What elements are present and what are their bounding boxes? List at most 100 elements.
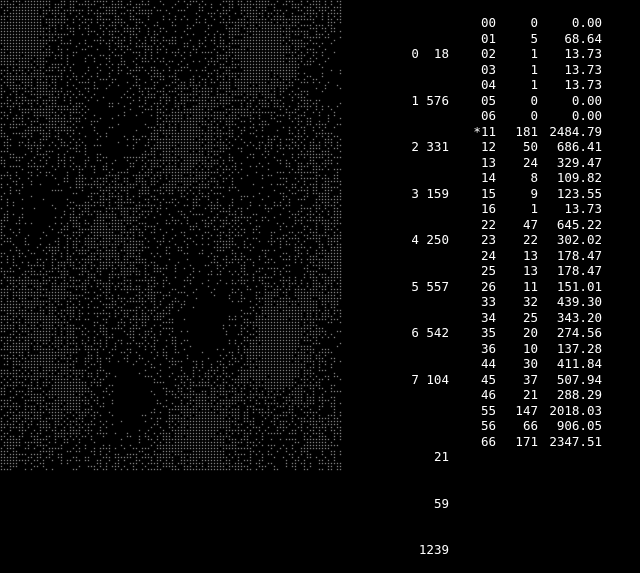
cell-value: 109.82 xyxy=(556,170,602,185)
cell-id: 01 xyxy=(480,30,496,46)
cell-count: 0 xyxy=(530,92,538,108)
cell-id: 15 xyxy=(480,185,496,201)
cell-count-column: 0 5 1 1 1 0 0 181 50 24 8 9 1 47 22 13 13 11 32 25 20 10 30 37 2… xyxy=(500,15,538,449)
cell-id: 46 xyxy=(480,387,496,402)
cell-count: 22 xyxy=(522,232,538,247)
cell-count: 181 xyxy=(515,123,538,139)
cell-count: 0 xyxy=(530,15,538,30)
cell-value: 13.73 xyxy=(564,201,602,216)
cell-value: 507.94 xyxy=(556,371,602,387)
cell-value: 151.01 xyxy=(556,278,602,294)
cell-id: 44 xyxy=(480,356,496,371)
cell-count: 0 xyxy=(530,108,538,123)
cell-count: 8 xyxy=(530,170,538,185)
state-row: 5 557 xyxy=(411,278,449,294)
cell-value: 0.00 xyxy=(571,15,602,30)
cell-value: 68.64 xyxy=(564,30,602,46)
cell-value: 439.30 xyxy=(556,294,602,309)
cell-value: 137.28 xyxy=(556,340,602,356)
cell-id: 02 xyxy=(480,46,496,61)
cell-id: 03 xyxy=(480,61,496,77)
cell-count: 25 xyxy=(522,309,538,325)
cell-id: 35 xyxy=(480,325,496,340)
cell-id: 14 xyxy=(480,170,496,185)
cell-id: 36 xyxy=(480,340,496,356)
cell-value-column: 0.00 68.64 13.73 13.73 13.73 0.00 0.00 2484.79 6… xyxy=(540,15,602,449)
cell-value: 123.55 xyxy=(556,185,602,201)
cell-value: 178.47 xyxy=(556,263,602,278)
cell-count: 32 xyxy=(522,294,538,309)
cell-id-column: 00 01 02 03 04 05 06 *11 12 13 14 15 16 22 23 24 25 26 33 3… xyxy=(462,15,496,449)
state-row: 1 576 xyxy=(411,92,449,108)
cell-count: 11 xyxy=(522,278,538,294)
cell-value: 411.84 xyxy=(556,356,602,371)
cell-id: 04 xyxy=(480,77,496,92)
cell-count: 9 xyxy=(530,185,538,201)
cell-count: 20 xyxy=(522,325,538,340)
cell-count: 1 xyxy=(530,46,538,61)
cell-id: 45 xyxy=(480,371,496,387)
cell-count: 50 xyxy=(522,139,538,154)
cell-id: *11 xyxy=(473,123,496,139)
cell-value: 274.56 xyxy=(556,325,602,340)
cell-count: 1 xyxy=(530,201,538,216)
cell-count: 47 xyxy=(522,216,538,232)
cell-count: 13 xyxy=(522,263,538,278)
cell-value: 13.73 xyxy=(564,61,602,77)
cell-count: 1 xyxy=(530,77,538,92)
total-value: 21 xyxy=(433,449,449,464)
cell-id: 12 xyxy=(480,139,496,154)
cell-count: 24 xyxy=(522,154,538,170)
cell-value: 2347.51 xyxy=(549,433,602,449)
cell-value: 329.47 xyxy=(556,154,602,170)
cell-count: 21 xyxy=(522,387,538,402)
cell-value: 343.20 xyxy=(556,309,602,325)
state-count-column: 0 18 1 576 2 331 3 159 4 250 5 557 6 542… xyxy=(393,15,449,403)
cell-count: 5 xyxy=(530,30,538,46)
cell-id: 25 xyxy=(480,263,496,278)
totals-column: 21 59 1239 xyxy=(400,418,449,573)
cell-id: 33 xyxy=(480,294,496,309)
total-value: 59 xyxy=(433,495,449,511)
cell-id: 06 xyxy=(480,108,496,123)
cell-value: 302.02 xyxy=(556,232,602,247)
cell-id: 55 xyxy=(480,402,496,418)
cell-id: 00 xyxy=(480,15,496,30)
cell-id: 56 xyxy=(480,418,496,433)
state-row: 7 104 xyxy=(411,371,449,387)
cell-count: 37 xyxy=(522,371,538,387)
cell-id: 66 xyxy=(480,433,496,449)
cell-count: 30 xyxy=(522,356,538,371)
cell-value: 178.47 xyxy=(556,247,602,263)
cell-id: 34 xyxy=(480,309,496,325)
total-value: 1239 xyxy=(418,542,449,557)
state-row: 4 250 xyxy=(411,232,449,247)
cell-id: 22 xyxy=(480,216,496,232)
cell-value: 13.73 xyxy=(564,77,602,92)
cell-value: 2018.03 xyxy=(549,402,602,418)
cell-value: 13.73 xyxy=(564,46,602,61)
state-row: 3 159 xyxy=(411,185,449,201)
state-row: 6 542 xyxy=(411,325,449,340)
state-row: 0 18 xyxy=(411,46,449,61)
cell-count: 1 xyxy=(530,61,538,77)
cell-value: 0.00 xyxy=(571,92,602,108)
cell-value: 0.00 xyxy=(571,108,602,123)
cell-value: 686.41 xyxy=(556,139,602,154)
cell-id: 23 xyxy=(480,232,496,247)
cell-count: 147 xyxy=(515,402,538,418)
cell-count: 13 xyxy=(522,247,538,263)
cell-count: 10 xyxy=(522,340,538,356)
cell-count: 66 xyxy=(522,418,538,433)
cell-id: 05 xyxy=(480,92,496,108)
cell-count: 171 xyxy=(515,433,538,449)
cell-id: 13 xyxy=(480,154,496,170)
cell-value: 288.29 xyxy=(556,387,602,402)
cell-id: 16 xyxy=(480,201,496,216)
cell-id: 26 xyxy=(480,278,496,294)
state-row: 2 331 xyxy=(411,139,449,154)
cell-id: 24 xyxy=(480,247,496,263)
cell-value: 645.22 xyxy=(556,216,602,232)
cell-value: 2484.79 xyxy=(549,123,602,139)
dither-dot-field xyxy=(0,0,344,480)
